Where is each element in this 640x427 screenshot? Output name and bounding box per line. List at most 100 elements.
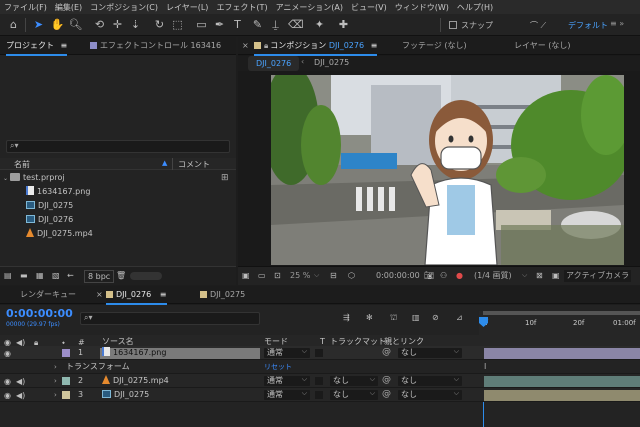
list-item[interactable]: DJI_0275.mp4 — [26, 228, 93, 240]
thumbnail-size-slider[interactable] — [130, 272, 162, 280]
sort-arrow-icon[interactable]: ▲ — [162, 159, 167, 167]
composition-viewer[interactable] — [271, 75, 624, 265]
type-tool-icon[interactable]: T — [230, 17, 245, 32]
clone-stamp-icon[interactable]: ⍊ — [268, 17, 283, 32]
preserve-transparency-checkbox[interactable] — [315, 377, 323, 385]
rectangle-tool-icon[interactable]: ▭ — [194, 17, 209, 32]
orbit-camera-icon[interactable]: ⟲ — [92, 17, 107, 32]
layer-name[interactable]: DJI_0275 — [102, 388, 149, 402]
menu-composition[interactable]: コンポジション(C) — [90, 2, 158, 13]
table-row[interactable]: ◉ 1 1634167.png 通常 @ なし — [0, 346, 640, 360]
layer-duration-bar[interactable] — [484, 390, 640, 401]
puppet-tool-icon[interactable]: ✚ — [336, 17, 351, 32]
tab-footage[interactable]: フッテージ (なし) — [402, 37, 467, 55]
pick-whip-icon[interactable]: @ — [382, 389, 391, 399]
table-row[interactable]: ◉ ◀) › 2 DJI_0275.mp4 通常 なし @ なし — [0, 374, 640, 388]
eraser-tool-icon[interactable]: ⌫ — [288, 17, 304, 32]
tab-layer[interactable]: レイヤー (なし) — [514, 37, 571, 55]
menu-file[interactable]: ファイル(F) — [4, 2, 47, 13]
list-item[interactable]: DJI_0276 — [26, 214, 73, 226]
dolly-camera-icon[interactable]: ⇣ — [128, 17, 143, 32]
column-comment-header[interactable]: コメント — [178, 159, 210, 170]
track-matte-dropdown[interactable]: なし — [330, 374, 378, 386]
track-matte-dropdown[interactable]: なし — [330, 388, 378, 400]
new-folder-icon[interactable]: ▬ — [20, 270, 28, 282]
blend-mode-dropdown[interactable]: 通常 — [264, 374, 310, 386]
anchor-tool-icon[interactable]: ⬚ — [170, 17, 185, 32]
table-row[interactable]: ◉ ◀) › 3 DJI_0275 通常 なし @ なし — [0, 388, 640, 402]
audio-icon[interactable]: ◀) — [16, 391, 25, 400]
preserve-transparency-checkbox[interactable] — [315, 391, 323, 399]
layer-label-color[interactable] — [62, 349, 70, 357]
expand-arrow-icon[interactable]: › — [54, 360, 57, 374]
layer-label-color[interactable] — [62, 377, 70, 385]
comp-mini-flowchart-icon[interactable]: ⇶ — [343, 312, 350, 324]
layer-name[interactable]: DJI_0275.mp4 — [102, 374, 169, 388]
expand-arrow-icon[interactable]: ⌄ — [3, 175, 8, 182]
visibility-eye-icon[interactable]: ◉ — [4, 349, 11, 358]
safe-margin-icon[interactable]: ⊡ — [274, 270, 281, 282]
parent-dropdown[interactable]: なし — [398, 346, 462, 358]
panel-menu-icon[interactable]: ≡ — [160, 290, 167, 299]
blend-mode-dropdown[interactable]: 通常 — [264, 346, 310, 358]
panel-menu-icon[interactable]: ≡ — [371, 41, 378, 50]
work-area-bar[interactable] — [483, 311, 640, 315]
menu-effect[interactable]: エフェクト(T) — [216, 2, 267, 13]
layer-name[interactable]: 1634167.png — [102, 346, 166, 360]
time-ruler[interactable]: 0f 10f 20f 01:00f — [479, 311, 640, 337]
parent-dropdown[interactable]: なし — [398, 388, 462, 400]
breadcrumb-other-comp[interactable]: DJI_0275 — [314, 58, 349, 67]
list-item[interactable]: ⌄ test.prproj — [3, 172, 65, 184]
shy-layers-icon[interactable]: ⛫ — [390, 312, 397, 324]
tab-project[interactable]: プロジェクト ≡ — [6, 37, 68, 56]
hierarchy-icon[interactable]: ⊞ — [221, 173, 229, 183]
frame-blending-icon[interactable]: ▥ — [412, 312, 420, 324]
zoom-tool-icon[interactable]: 🔍︎ — [68, 17, 83, 32]
pick-whip-icon[interactable]: @ — [382, 347, 391, 357]
tab-timeline-active[interactable]: DJI_0276 ≡ — [106, 286, 167, 305]
always-preview-icon[interactable]: ▣ — [242, 270, 250, 282]
hand-tool-icon[interactable]: ✋ — [50, 17, 65, 32]
snap-checkbox[interactable] — [449, 21, 457, 29]
rotate-tool-icon[interactable]: ↻ — [152, 17, 167, 32]
show-snapshot-icon[interactable]: ⚇ — [440, 270, 447, 282]
bpc-button[interactable]: 8 bpc — [84, 270, 115, 283]
table-row[interactable]: › トランスフォーム リセット I — [0, 360, 640, 374]
menu-view[interactable]: ビュー(V) — [351, 2, 387, 13]
resolution-chevron-down-icon[interactable]: ⌵ — [522, 269, 527, 281]
expand-arrow-icon[interactable]: › — [54, 388, 57, 402]
current-time-display[interactable]: 0:00:00:00 — [376, 270, 420, 282]
menu-help[interactable]: ヘルプ(H) — [457, 2, 493, 13]
project-search-input[interactable]: ⌕▾ — [6, 140, 230, 153]
close-icon[interactable]: × — [242, 37, 249, 55]
zoom-chevron-down-icon[interactable]: ⌵ — [314, 269, 319, 281]
timeline-search-input[interactable]: ⌕▾ — [80, 312, 260, 325]
blend-mode-dropdown[interactable]: 通常 — [264, 388, 310, 400]
tab-timeline-other[interactable]: DJI_0275 — [200, 286, 245, 304]
audio-icon[interactable]: ◀) — [16, 377, 25, 386]
fast-preview-icon[interactable]: ⊠ — [536, 270, 543, 282]
pan-camera-icon[interactable]: ✛ — [110, 17, 125, 32]
tab-effect-controls[interactable]: エフェクトコントロール 163416 — [90, 37, 221, 55]
menu-animation[interactable]: アニメーション(A) — [276, 2, 343, 13]
brush-tool-icon[interactable]: ✎ — [250, 17, 265, 32]
panel-menu-icon[interactable]: ≡ — [61, 41, 68, 50]
column-name-header[interactable]: 名前 — [14, 159, 30, 170]
breadcrumb-active-comp[interactable]: DJI_0276 — [248, 56, 300, 71]
resolution-dropdown[interactable]: (1/4 画質) — [474, 270, 512, 282]
transform-group-label[interactable]: トランスフォーム — [66, 360, 130, 374]
snapshot-camera-icon[interactable]: 📷︎ — [424, 270, 434, 282]
pick-whip-icon[interactable]: @ — [382, 375, 391, 385]
visibility-eye-icon[interactable]: ◉ — [4, 377, 11, 386]
interpret-footage-icon[interactable]: ▤ — [4, 270, 12, 282]
expand-arrow-icon[interactable]: › — [54, 374, 57, 388]
draft-3d-icon[interactable]: ✻ — [366, 312, 373, 324]
workspace-menu-icon[interactable]: ≡ » — [610, 19, 624, 28]
list-item[interactable]: DJI_0275 — [26, 200, 73, 212]
visibility-eye-icon[interactable]: ◉ — [4, 391, 11, 400]
menu-edit[interactable]: 編集(E) — [55, 2, 82, 13]
layer-duration-bar[interactable] — [484, 348, 640, 359]
color-channels-icon[interactable]: ● — [456, 270, 463, 282]
mask-visibility-icon[interactable]: ⬡ — [348, 270, 355, 282]
layer-duration-bar[interactable] — [484, 376, 640, 387]
